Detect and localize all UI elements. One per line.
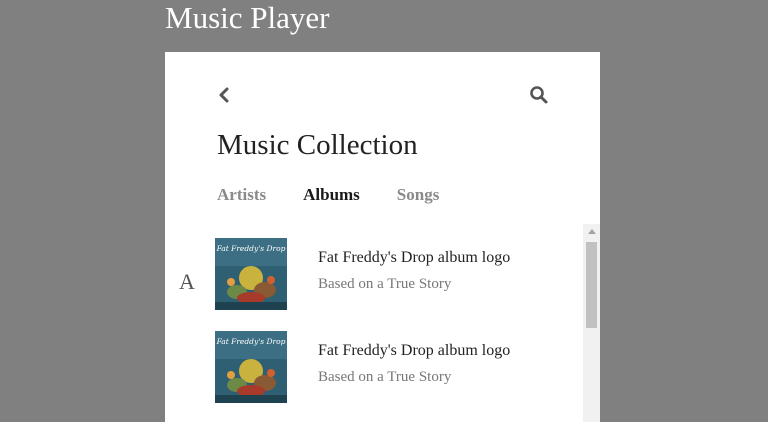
album-cover: Fat Freddy's Drop xyxy=(215,238,287,310)
album-title: Fat Freddy's Drop album logo xyxy=(318,342,511,359)
tab-bar: Artists Albums Songs xyxy=(217,184,439,206)
list-item[interactable]: Fat Freddy's Drop Fat Freddy's Drop albu… xyxy=(215,238,575,310)
page-title: Music Player xyxy=(165,0,330,35)
album-cover: Fat Freddy's Drop xyxy=(215,331,287,403)
album-title: Fat Freddy's Drop album logo xyxy=(318,249,511,266)
section-index-letter: A xyxy=(179,269,195,294)
album-list: A Fat Freddy's Drop Fat Freddy's Drop al… xyxy=(165,224,600,422)
album-subtitle: Based on a True Story xyxy=(318,369,452,385)
scrollbar-thumb[interactable] xyxy=(586,242,597,328)
list-item[interactable]: Fat Freddy's Drop Fat Freddy's Drop albu… xyxy=(215,331,575,403)
chevron-left-icon[interactable] xyxy=(217,84,231,106)
scroll-up-arrow-icon[interactable] xyxy=(588,229,596,234)
collection-title: Music Collection xyxy=(217,129,418,161)
tab-artists[interactable]: Artists xyxy=(217,184,266,206)
album-subtitle: Based on a True Story xyxy=(318,276,452,292)
search-icon[interactable] xyxy=(529,85,549,105)
cover-lettering: Fat Freddy's Drop xyxy=(216,337,286,346)
tab-albums[interactable]: Albums xyxy=(303,184,360,206)
cover-lettering: Fat Freddy's Drop xyxy=(216,244,286,253)
scrollbar[interactable] xyxy=(583,224,600,422)
tab-songs[interactable]: Songs xyxy=(397,184,440,206)
music-app-panel: Music Collection Artists Albums Songs A … xyxy=(165,52,600,422)
